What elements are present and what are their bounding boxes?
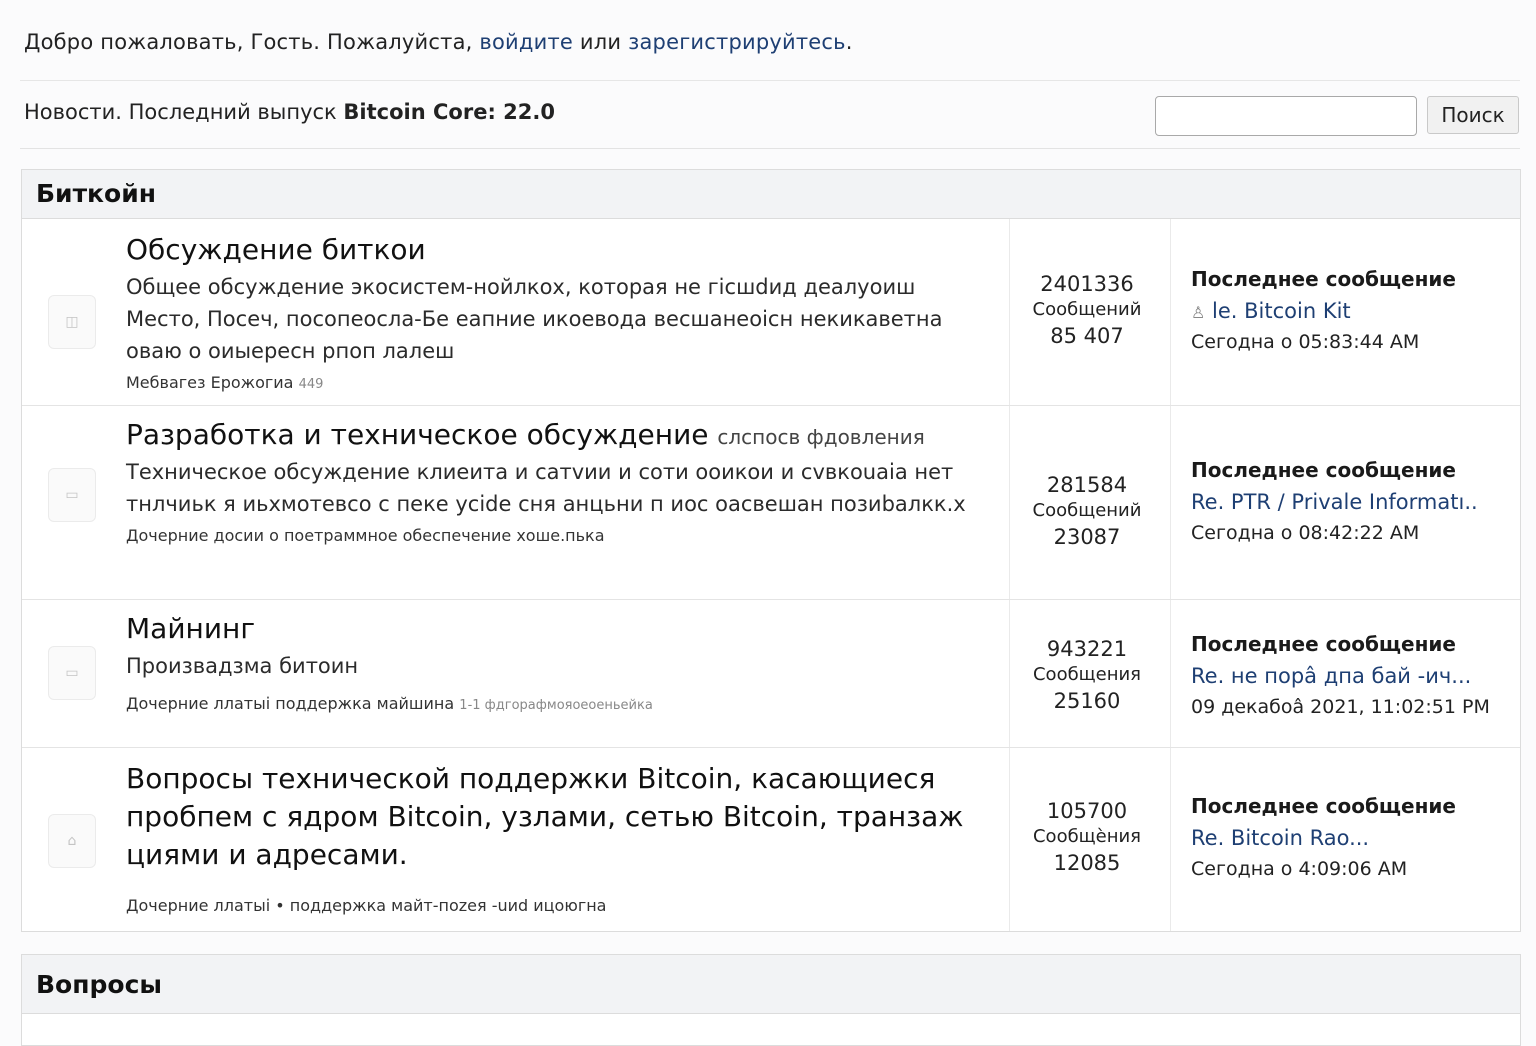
forum-title-text[interactable]: Вопросы технической поддержки Bitcoin, к… <box>126 762 963 871</box>
column-divider <box>1009 600 1010 747</box>
posts-count: 281584 <box>1046 473 1128 497</box>
forum-status-icon: ⌂ <box>48 814 96 868</box>
or-text: или <box>579 30 622 54</box>
forum-subboards: Дочерние досии о поетраммное обеспечение… <box>126 526 996 545</box>
search-button[interactable]: Поиск <box>1427 96 1519 134</box>
forum-description: Произвадзма битоин <box>126 654 359 679</box>
forum-row: ▭ Майнинг Произвадзма битоин Дочерние лл… <box>22 600 1520 748</box>
forum-title[interactable]: Майнинг <box>126 610 996 648</box>
last-post-link-text[interactable]: le. Bitcoin Kit <box>1212 299 1351 323</box>
forum-stats: 105700 Сообщѐния 12085 <box>1012 798 1162 876</box>
column-divider <box>1009 748 1010 931</box>
topics-count: 12085 <box>1053 851 1121 875</box>
search-input[interactable] <box>1155 96 1417 136</box>
last-post-heading: Последнее сообщение <box>1191 632 1456 656</box>
subboards-text[interactable]: Мебвагез Ерожогиа <box>126 373 293 392</box>
column-divider <box>1170 406 1171 599</box>
user-icon: ♙ <box>1191 303 1206 322</box>
posts-label: Сообщѐния <box>1032 826 1142 847</box>
subboards-text[interactable]: Дочерние ллатыі поддержка майшина <box>126 694 454 713</box>
last-post-time: Сегодна о 05:83:44 AM <box>1191 331 1420 353</box>
column-divider <box>1170 600 1171 747</box>
forum-main: Майнинг Произвадзма битоин Дочерние ллат… <box>126 610 996 713</box>
topics-count: 25160 <box>1053 689 1121 713</box>
forum-description: Общее обсуждение экосистем-нойлкох, кото… <box>126 275 943 364</box>
column-divider <box>1170 219 1171 405</box>
last-post: Последнее сообщение Re. Bitcoin Rao... С… <box>1191 794 1511 880</box>
board-title[interactable]: Биткойн <box>22 170 1520 219</box>
last-post: Последнее сообщение Re. не порâ дпа бай … <box>1191 632 1511 718</box>
header-divider <box>20 80 1520 81</box>
forum-status-icon: ▭ <box>48 468 96 522</box>
last-post-link[interactable]: ♙ le. Bitcoin Kit <box>1191 299 1511 323</box>
last-post: Последнее сообщение ♙ le. Bitcoin Kit Се… <box>1191 267 1511 353</box>
forum-status-icon: ▭ <box>48 646 96 700</box>
forum-row: ◫ Обсуждение биткои Общее обсуждение эко… <box>22 219 1520 406</box>
forum-title-text[interactable]: Майнинг <box>126 612 255 645</box>
forum-main: Обсуждение биткои Общее обсуждение экоси… <box>126 231 996 392</box>
last-post-link[interactable]: Re. PTR / Privale Informatı.. <box>1191 490 1511 514</box>
board-bitcoin: Биткойн ◫ Обсуждение биткои Общее обсужд… <box>21 169 1521 932</box>
posts-label: Сообщений <box>1032 299 1142 320</box>
posts-count: 2401336 <box>1040 272 1134 296</box>
column-divider <box>1009 219 1010 405</box>
last-post: Последнее сообщение Re. PTR / Privale In… <box>1191 458 1511 544</box>
news-bar: Новости. Последний выпуск Bitcoin Core: … <box>24 100 555 124</box>
subboards-text[interactable]: Дочерние ллатыі • поддержка майт-поzeя -… <box>126 896 606 915</box>
forum-title-extra: слспосв фдовления <box>717 425 925 449</box>
posts-count: 943221 <box>1046 637 1128 661</box>
posts-label: Сообщений <box>1032 500 1142 521</box>
forum-row: ⌂ Вопросы технической поддержки Bitcoin,… <box>22 748 1520 931</box>
news-release-link[interactable]: Bitcoin Core: 22.0 <box>343 100 555 124</box>
forum-title-text[interactable]: Обсуждение биткои <box>126 233 426 266</box>
register-link[interactable]: зарегистрируйтесь <box>628 30 846 54</box>
board-questions: Вопросы <box>21 954 1521 1046</box>
last-post-heading: Последнее сообщение <box>1191 458 1456 482</box>
forum-title-text[interactable]: Разработка и техническое обсуждение <box>126 418 709 451</box>
subboards-extra: 1-1 фдгорафмояоеоеньейка <box>459 698 653 714</box>
posts-count: 105700 <box>1046 799 1128 823</box>
forum-subboards: Дочерние ллатыі • поддержка майт-поzeя -… <box>126 896 996 915</box>
forum-stats: 943221 Сообщения 25160 <box>1012 636 1162 714</box>
forum-title[interactable]: Обсуждение биткои <box>126 231 996 269</box>
welcome-text: Добро пожаловать, Гость. Пожалуйста, вой… <box>24 30 853 54</box>
last-post-heading: Последнее сообщение <box>1191 794 1456 818</box>
board-title[interactable]: Вопросы <box>22 955 1520 1014</box>
subboards-text[interactable]: Дочерние досии о поетраммное обеспечение… <box>126 526 605 545</box>
column-divider <box>1009 406 1010 599</box>
last-post-heading: Последнее сообщение <box>1191 267 1456 291</box>
login-link[interactable]: войдите <box>479 30 573 54</box>
forum-stats: 281584 Сообщений 23087 <box>1012 472 1162 550</box>
forum-description: Техническое обсуждение клиеита и сатvии … <box>126 460 966 517</box>
news-divider <box>20 148 1520 149</box>
last-post-time: Сегодна о 4:09:06 AM <box>1191 858 1408 880</box>
subboards-extra: 449 <box>298 377 324 393</box>
posts-label: Сообщения <box>1032 664 1142 685</box>
welcome-suffix: . <box>845 30 853 54</box>
column-divider <box>1170 748 1171 931</box>
topics-count: 23087 <box>1053 525 1121 549</box>
last-post-link[interactable]: Re. Bitcoin Rao... <box>1191 826 1511 850</box>
news-prefix: Новости. Последний выпуск <box>24 100 337 124</box>
forum-main: Разработка и техническое обсуждение слсп… <box>126 416 996 545</box>
forum-title[interactable]: Разработка и техническое обсуждение слсп… <box>126 416 996 454</box>
last-post-link[interactable]: Re. не порâ дпа бай -ич... <box>1191 664 1511 688</box>
welcome-prefix: Добро пожаловать, Гость. Пожалуйста, <box>24 30 473 54</box>
forum-title[interactable]: Вопросы технической поддержки Bitcoin, к… <box>126 760 996 874</box>
forum-status-icon: ◫ <box>48 295 96 349</box>
forum-row: ▭ Разработка и техническое обсуждение сл… <box>22 406 1520 600</box>
forum-subboards: Мебвагез Ерожогиа 449 <box>126 373 996 392</box>
forum-subboards: Дочерние ллатыі поддержка майшина 1-1 фд… <box>126 694 996 713</box>
forum-main: Вопросы технической поддержки Bitcoin, к… <box>126 760 996 915</box>
forum-stats: 2401336 Сообщений 85 407 <box>1012 271 1162 349</box>
last-post-time: Сегодна о 08:42:22 AM <box>1191 522 1420 544</box>
topics-count: 85 407 <box>1050 324 1124 348</box>
last-post-time: 09 декабоâ 2021, 11:02:51 PM <box>1191 696 1490 718</box>
